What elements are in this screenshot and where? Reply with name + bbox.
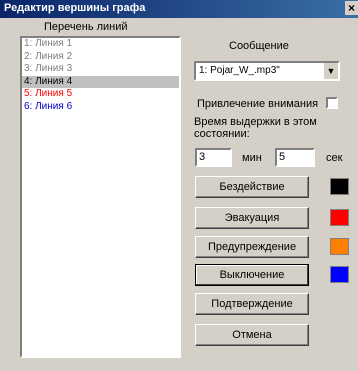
close-icon[interactable]: × xyxy=(345,1,358,15)
evacuation-color-swatch xyxy=(330,209,349,226)
seconds-field[interactable]: 5 xyxy=(275,148,315,167)
lines-list-label: Перечень линий xyxy=(44,21,128,33)
chevron-down-icon[interactable]: ▼ xyxy=(323,63,338,79)
lines-listbox[interactable]: 1: Линия 1 2: Линия 2 3: Линия 3 4: Лини… xyxy=(20,36,181,358)
list-item-selected[interactable]: 4: Линия 4 xyxy=(22,75,179,88)
seconds-unit: сек xyxy=(326,152,343,164)
hold-time-label: Время выдержки в этом состоянии: xyxy=(194,116,317,140)
message-label: Сообщение xyxy=(229,40,289,52)
warning-color-swatch xyxy=(330,238,349,255)
list-item[interactable]: 1: Линия 1 xyxy=(22,38,179,51)
off-color-swatch xyxy=(330,266,349,283)
list-item[interactable]: 6: Линия 6 xyxy=(22,101,179,114)
cancel-button[interactable]: Отмена xyxy=(195,324,309,346)
inaction-button[interactable]: Бездействие xyxy=(195,176,309,198)
off-button[interactable]: Выключение xyxy=(195,264,309,286)
warning-button[interactable]: Предупреждение xyxy=(195,236,309,258)
confirm-button[interactable]: Подтверждение xyxy=(195,293,309,315)
list-item[interactable]: 2: Линия 2 xyxy=(22,51,179,64)
list-item[interactable]: 3: Линия 3 xyxy=(22,63,179,76)
list-item[interactable]: 5: Линия 5 xyxy=(22,88,179,101)
inaction-color-swatch xyxy=(330,178,349,195)
minutes-field[interactable]: 3 xyxy=(195,148,232,167)
minutes-unit: мин xyxy=(242,152,262,164)
evacuation-button[interactable]: Эвакуация xyxy=(195,207,309,229)
message-combobox[interactable]: 1: Pojar_W_.mp3" ▼ xyxy=(194,61,340,81)
title-bar: Редактир вершины графа × xyxy=(0,0,358,18)
window-title: Редактир вершины графа xyxy=(4,2,146,14)
attention-checkbox[interactable] xyxy=(326,97,338,109)
message-value: 1: Pojar_W_.mp3" xyxy=(199,65,280,76)
attention-label: Привлечение внимания xyxy=(197,98,319,110)
